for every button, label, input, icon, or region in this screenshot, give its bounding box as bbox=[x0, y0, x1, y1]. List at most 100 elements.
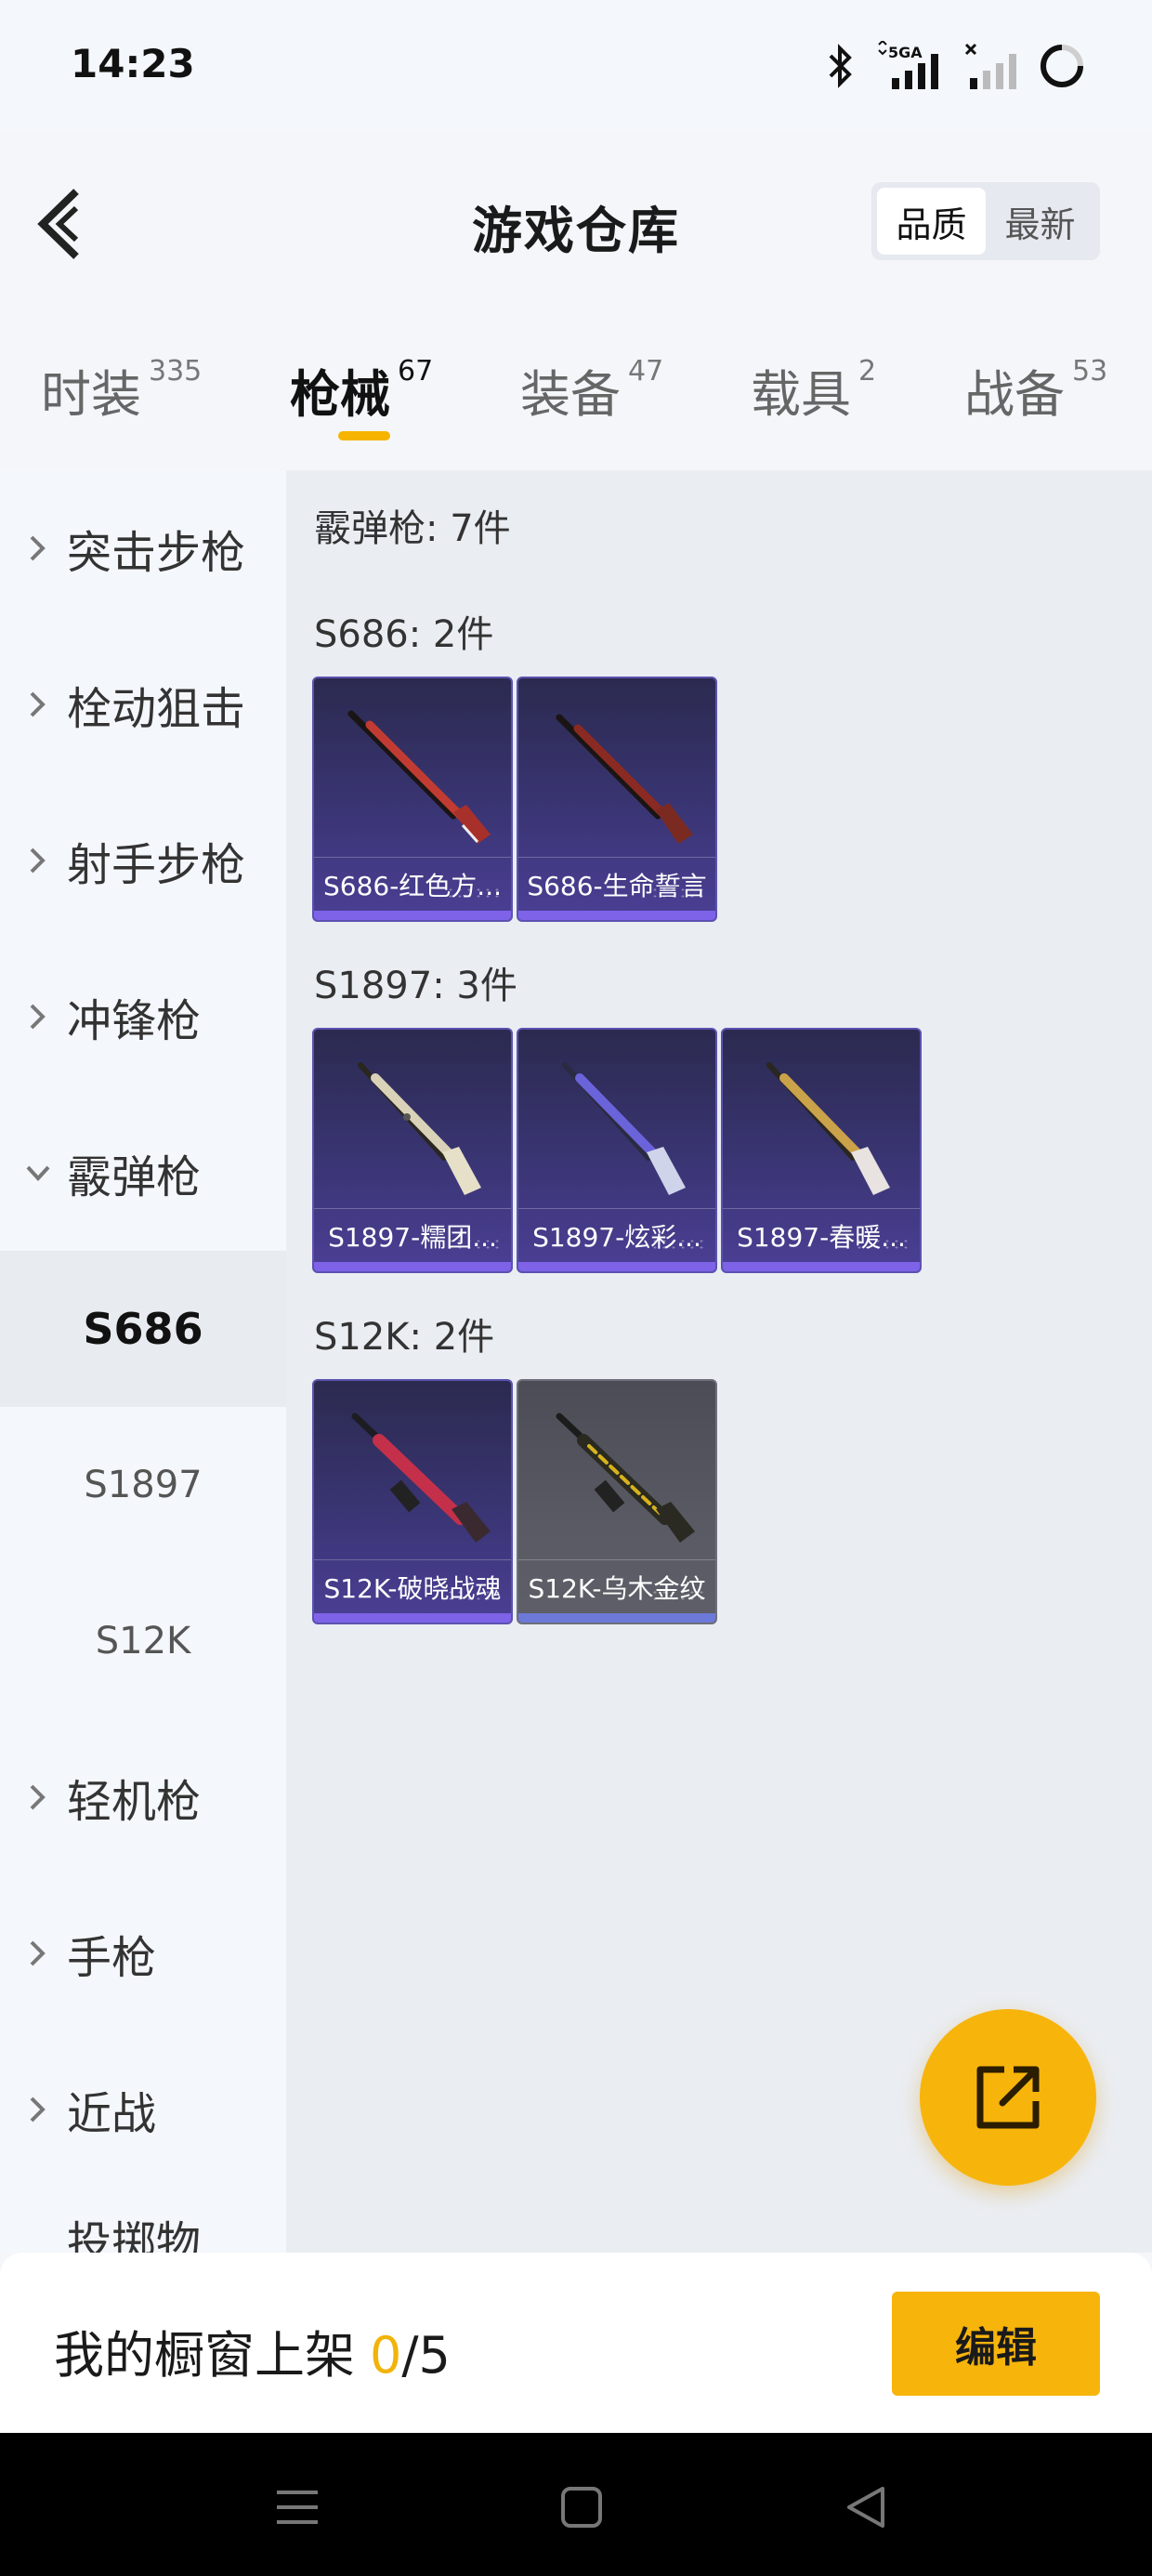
shotgun-skin-image bbox=[556, 714, 693, 844]
tab-count: 47 bbox=[628, 355, 664, 388]
decorative-dots bbox=[446, 1238, 502, 1251]
sidebar-item-lmg[interactable]: 轻机枪 bbox=[0, 1719, 286, 1875]
showcase-status: 我的橱窗上架 0 /5 bbox=[54, 2314, 451, 2387]
share-external-icon bbox=[976, 2066, 1040, 2129]
item-grid-s1897: S1897-糯团... S1897-炫彩... S1897-春暖... bbox=[312, 1028, 922, 1273]
status-icons: 5GA bbox=[825, 41, 1087, 91]
sidebar-subitem-s686[interactable]: S686 bbox=[0, 1251, 286, 1407]
rarity-bar bbox=[518, 1262, 715, 1271]
item-card[interactable]: S1897-春暖... bbox=[721, 1028, 922, 1273]
shotgun-skin-image bbox=[347, 710, 491, 844]
item-card[interactable]: S686-红色方... bbox=[312, 677, 513, 922]
status-time: 14:23 bbox=[71, 41, 195, 86]
chevron-right-icon bbox=[30, 535, 46, 561]
chevron-down-icon bbox=[26, 1165, 50, 1181]
sidebar-item-throwables[interactable]: 投掷物 bbox=[0, 2188, 286, 2253]
chevron-right-icon bbox=[30, 848, 46, 874]
item-name: S1897-春暖... bbox=[723, 1208, 920, 1262]
decorative-dots bbox=[855, 1238, 910, 1251]
share-button[interactable] bbox=[920, 2009, 1096, 2186]
tab-vehicles[interactable]: 载具 2 bbox=[751, 353, 876, 427]
chevron-right-icon bbox=[30, 691, 46, 717]
item-card[interactable]: S1897-糯团... bbox=[312, 1028, 513, 1273]
sidebar-item-assault-rifle[interactable]: 突击步枪 bbox=[0, 470, 286, 626]
sidebar-subitem-s1897[interactable]: S1897 bbox=[0, 1407, 286, 1563]
item-card[interactable]: S12K-破晓战魂 bbox=[312, 1379, 513, 1624]
home-icon[interactable] bbox=[554, 2479, 609, 2535]
tab-active-indicator bbox=[338, 431, 390, 440]
group-title-s1897: S1897: 3件 bbox=[314, 965, 517, 1007]
weapon-sidebar: 突击步枪 栓动狙击 射手步枪 冲锋枪 霰弹枪 S686 S1897 S12K 轻… bbox=[0, 470, 286, 2253]
item-name: S686-生命誓言 bbox=[518, 857, 715, 911]
rarity-bar bbox=[518, 911, 715, 920]
sidebar-item-label: 射手步枪 bbox=[67, 839, 246, 891]
rarity-bar bbox=[518, 1613, 715, 1623]
item-card[interactable]: S686-生命誓言 bbox=[517, 677, 717, 922]
rarity-bar bbox=[314, 911, 511, 920]
tab-label: 战备 bbox=[964, 365, 1065, 424]
decorative-dots bbox=[650, 1238, 706, 1251]
sidebar-item-label: 轻机枪 bbox=[67, 1776, 202, 1828]
tab-label: 载具 bbox=[751, 365, 851, 424]
showcase-used-count: 0 bbox=[370, 2326, 402, 2385]
sidebar-item-smg[interactable]: 冲锋枪 bbox=[0, 939, 286, 1095]
rarity-bar bbox=[314, 1613, 511, 1623]
tab-equipment[interactable]: 装备 47 bbox=[520, 353, 663, 427]
item-name: S1897-糯团... bbox=[314, 1208, 511, 1262]
item-name: S12K-乌木金纹 bbox=[518, 1559, 715, 1613]
sort-toggle: 品质 最新 bbox=[871, 182, 1100, 260]
back-triangle-icon[interactable] bbox=[838, 2479, 894, 2535]
group-title-s686: S686: 2件 bbox=[314, 613, 494, 656]
sidebar-item-label: 冲锋枪 bbox=[67, 995, 202, 1047]
sidebar-item-bolt-sniper[interactable]: 栓动狙击 bbox=[0, 626, 286, 782]
s12k-skin-image bbox=[556, 1413, 695, 1543]
header: 游戏仓库 品质 最新 bbox=[0, 130, 1152, 316]
inventory-content: 霰弹枪: 7件 S686: 2件 S686-红色方... S686-生命誓言 S… bbox=[286, 470, 1152, 2253]
item-name: S1897-炫彩... bbox=[518, 1208, 715, 1262]
tab-count: 2 bbox=[858, 355, 877, 388]
sidebar-item-melee[interactable]: 近战 bbox=[0, 2031, 286, 2188]
chevron-right-icon bbox=[30, 2096, 46, 2123]
shotgun-skin-image bbox=[766, 1062, 890, 1195]
item-grid-s12k: S12K-破晓战魂 S12K-乌木金纹 bbox=[312, 1379, 717, 1624]
tab-label: 装备 bbox=[520, 365, 621, 424]
cellular-5g-icon: 5GA bbox=[878, 41, 938, 89]
sidebar-subitem-s12k[interactable]: S12K bbox=[0, 1563, 286, 1719]
sidebar-item-pistol[interactable]: 手枪 bbox=[0, 1875, 286, 2031]
tab-combat-supplies[interactable]: 战备 53 bbox=[964, 353, 1107, 427]
item-card[interactable]: S1897-炫彩... bbox=[517, 1028, 717, 1273]
decorative-dots bbox=[446, 887, 502, 900]
showcase-total-count: /5 bbox=[401, 2326, 451, 2385]
sidebar-item-shotgun[interactable]: 霰弹枪 bbox=[0, 1095, 286, 1251]
item-card[interactable]: S12K-乌木金纹 bbox=[517, 1379, 717, 1624]
tab-count: 67 bbox=[398, 355, 434, 388]
rarity-bar bbox=[314, 1262, 511, 1271]
group-title-s12k: S12K: 2件 bbox=[314, 1316, 495, 1359]
shotgun-skin-image bbox=[358, 1062, 481, 1195]
network-label: 5GA bbox=[888, 44, 923, 61]
decorative-dots bbox=[446, 1589, 502, 1602]
tab-label: 枪械 bbox=[290, 365, 390, 424]
decorative-dots bbox=[650, 1589, 706, 1602]
sidebar-item-label: 栓动狙击 bbox=[67, 683, 246, 735]
sort-option-newest[interactable]: 最新 bbox=[986, 188, 1094, 255]
bluetooth-icon bbox=[829, 44, 852, 88]
edit-button[interactable]: 编辑 bbox=[892, 2292, 1100, 2396]
rarity-bar bbox=[723, 1262, 920, 1271]
cellular-nosignal-icon bbox=[964, 43, 1016, 89]
sort-option-quality[interactable]: 品质 bbox=[877, 188, 986, 255]
tab-count: 53 bbox=[1072, 355, 1108, 388]
item-name: S12K-破晓战魂 bbox=[314, 1559, 511, 1613]
tab-fashion[interactable]: 时装 335 bbox=[41, 353, 202, 427]
system-navigation-bar bbox=[0, 2433, 1152, 2576]
item-name: S686-红色方... bbox=[314, 857, 511, 911]
menu-icon[interactable] bbox=[269, 2479, 325, 2535]
sidebar-item-label: 突击步枪 bbox=[67, 527, 246, 579]
shotgun-skin-image bbox=[562, 1062, 686, 1195]
sidebar-item-marksman-rifle[interactable]: 射手步枪 bbox=[0, 782, 286, 939]
sidebar-item-label: 霰弹枪 bbox=[67, 1151, 202, 1203]
tab-firearms[interactable]: 枪械 67 bbox=[290, 353, 433, 427]
item-grid-s686: S686-红色方... S686-生命誓言 bbox=[312, 677, 717, 922]
category-heading: 霰弹枪: 7件 bbox=[314, 507, 511, 550]
tab-count: 335 bbox=[149, 355, 203, 388]
